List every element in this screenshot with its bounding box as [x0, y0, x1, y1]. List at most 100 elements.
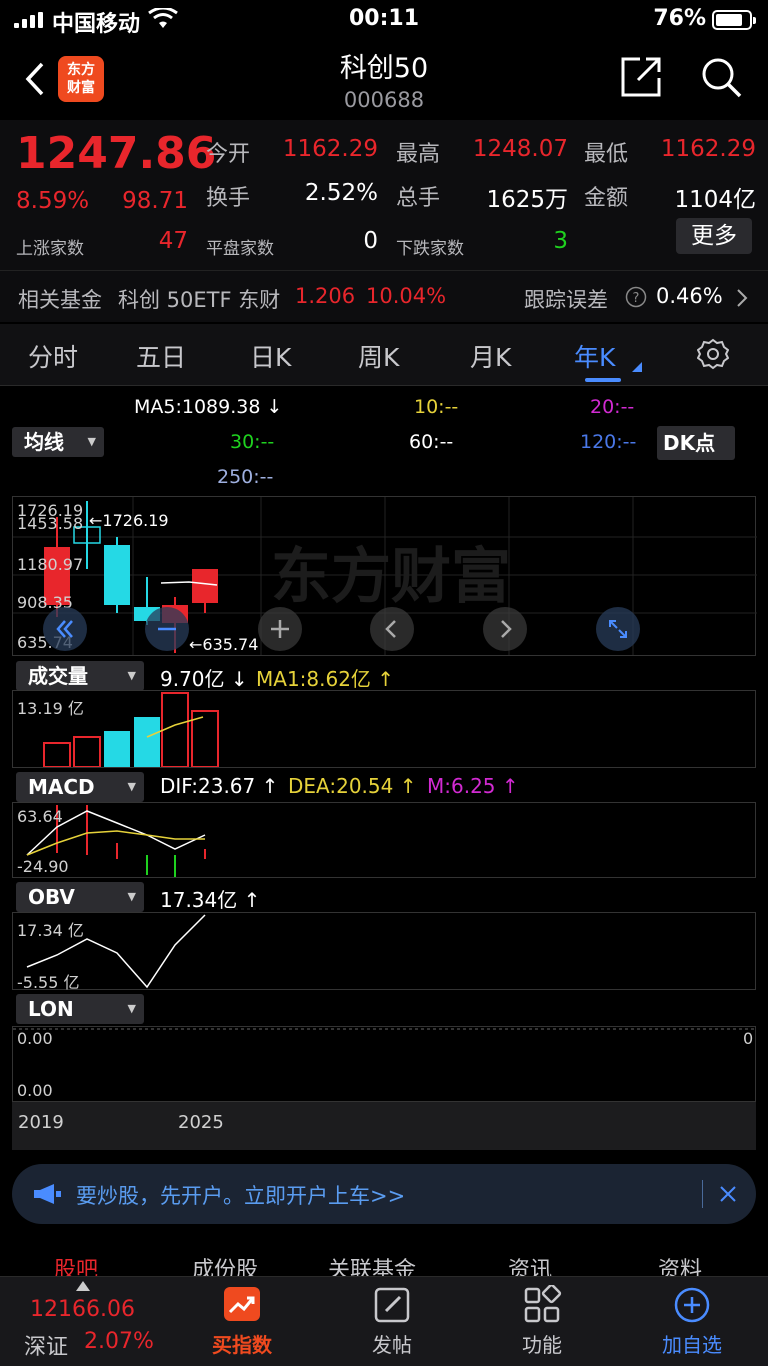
tracking-error-value: 0.46%: [656, 284, 723, 308]
dk-label: DK点: [663, 431, 716, 455]
tab-weekly-k[interactable]: 周K: [358, 338, 399, 374]
lon-axis-right: 0: [743, 1029, 754, 1048]
macd-chart[interactable]: 63.64 -24.90: [12, 802, 756, 878]
index-name[interactable]: 深证: [24, 1329, 68, 1361]
obv-axis-top: 17.34 亿: [17, 921, 84, 940]
add-watchlist-button[interactable]: 加自选: [642, 1285, 742, 1357]
up-count-label: 上涨家数: [16, 239, 84, 259]
settings-gear-icon[interactable]: [697, 338, 729, 370]
high-label: 最高: [396, 142, 441, 167]
lon-selector-label: LON: [28, 997, 74, 1021]
minus-icon: [158, 627, 176, 631]
grid-icon: [524, 1283, 562, 1323]
banner-divider: [702, 1180, 703, 1208]
indicator-ma-selector[interactable]: 均线 ▼: [12, 427, 104, 457]
related-fund-row[interactable]: 相关基金 科创 50ETF 东财 1.206 10.04% 跟踪误差 ? 0.4…: [0, 270, 768, 322]
flat-count: 0: [363, 228, 378, 254]
obv-axis-bottom: -5.55 亿: [17, 973, 80, 992]
macd-indicator-selector[interactable]: MACD ▼: [16, 772, 144, 802]
x-axis-label: 2019: [18, 1112, 64, 1133]
chevron-left-icon: [385, 620, 396, 638]
zoom-out-button[interactable]: [145, 607, 189, 651]
volume-label: 总手: [396, 186, 441, 211]
chevron-right-icon: [501, 620, 512, 638]
tracking-error-label: 跟踪误差: [524, 288, 608, 312]
lon-chart[interactable]: 0.00 0.00 0: [12, 1026, 757, 1102]
change-amount: 98.71: [122, 188, 188, 214]
dropdown-icon: ▼: [127, 780, 136, 793]
down-count: 3: [553, 228, 568, 254]
fund-label: 相关基金: [18, 288, 102, 312]
macd-svg: [26, 805, 206, 877]
obv-indicator-selector[interactable]: OBV ▼: [16, 882, 144, 912]
functions-button[interactable]: 功能: [492, 1283, 592, 1357]
ma10-value: 10:--: [414, 396, 459, 418]
caret-up-icon: [76, 1281, 90, 1291]
search-icon[interactable]: [700, 56, 742, 98]
tab-five-day[interactable]: 五日: [136, 338, 186, 374]
dropdown-icon: ▼: [127, 890, 136, 903]
expand-icon: [609, 620, 627, 638]
scroll-left-button[interactable]: [370, 607, 414, 651]
turnover-value: 2.52%: [304, 180, 378, 206]
macd-dif: DIF:23.67 ↑: [160, 774, 279, 798]
bottom-toolbar: 12166.06 深证 2.07% 买指数 发帖 功能 加自选: [0, 1276, 768, 1366]
volume-value: 1625万: [486, 187, 568, 213]
index-value[interactable]: 12166.06: [30, 1297, 135, 1322]
plus-circle-icon: [674, 1287, 710, 1323]
double-chevron-left-icon: [56, 620, 73, 638]
index-percent[interactable]: 2.07%: [84, 1329, 154, 1354]
close-icon[interactable]: [718, 1184, 738, 1204]
tab-monthly-k[interactable]: 月K: [470, 338, 511, 374]
functions-label: 功能: [522, 1333, 562, 1357]
volume-value: 9.70亿 ↓: [160, 667, 248, 691]
ma-selector-label: 均线: [24, 430, 64, 454]
edit-icon: [374, 1287, 410, 1323]
more-button[interactable]: 更多: [676, 218, 752, 254]
macd-m: M:6.25 ↑: [427, 774, 519, 798]
candle-body: [104, 545, 130, 605]
obv-value: 17.34亿 ↑: [160, 888, 261, 912]
ma120-value: 120:--: [580, 431, 637, 453]
ma5-value: MA5:1089.38 ↓: [134, 396, 283, 418]
zoom-out-far-button[interactable]: [43, 607, 87, 651]
plus-icon: [271, 620, 289, 638]
volume-selector-label: 成交量: [28, 664, 88, 688]
obv-chart[interactable]: 17.34 亿 -5.55 亿: [12, 912, 756, 992]
flat-count-label: 平盘家数: [206, 239, 274, 259]
kline-axis-label: 1180.97: [17, 555, 84, 574]
account-open-banner[interactable]: 要炒股，先开户。立即开户上车>>: [12, 1164, 756, 1224]
volume-indicator-selector[interactable]: 成交量 ▼: [16, 661, 144, 691]
banner-text: 要炒股，先开户。立即开户上车>>: [76, 1184, 406, 1208]
lon-axis-bottom: 0.00: [17, 1081, 53, 1100]
obv-svg: [26, 914, 206, 989]
high-value: 1248.07: [472, 136, 568, 162]
tab-daily-k[interactable]: 日K: [250, 338, 291, 374]
dropdown-icon: ▼: [127, 1002, 136, 1015]
help-icon[interactable]: ?: [625, 286, 647, 308]
lon-axis-top: 0.00: [17, 1029, 53, 1048]
battery-icon: [712, 10, 756, 30]
volume-chart[interactable]: 13.19 亿: [12, 690, 756, 768]
share-icon[interactable]: [620, 56, 662, 98]
post-button[interactable]: 发帖: [342, 1285, 442, 1357]
dk-point-button[interactable]: DK点: [657, 426, 735, 460]
lon-indicator-selector[interactable]: LON ▼: [16, 994, 144, 1024]
buy-index-label: 买指数: [212, 1333, 272, 1357]
amount-value: 1104亿: [674, 187, 756, 213]
fullscreen-button[interactable]: [596, 607, 640, 651]
buy-index-button[interactable]: 买指数: [192, 1285, 292, 1357]
volume-axis-top: 13.19 亿: [17, 699, 84, 718]
tab-intraday[interactable]: 分时: [28, 338, 78, 374]
ma20-value: 20:--: [590, 396, 635, 418]
kline-chart[interactable]: 东方财富 1726.19 1453.58 1180.97 908.35 635.…: [12, 496, 757, 656]
ma60-value: 60:--: [409, 431, 454, 453]
zoom-in-button[interactable]: [258, 607, 302, 651]
tab-yearly-k[interactable]: 年K: [574, 338, 615, 374]
volume-bar: [43, 742, 71, 767]
time-axis: 2019 2025: [12, 1102, 756, 1150]
scroll-right-button[interactable]: [483, 607, 527, 651]
active-tab-indicator: [585, 378, 621, 382]
volume-bar: [161, 692, 189, 767]
quote-panel: 1247.86 8.59% 98.71 上涨家数 47 今开 1162.29 最…: [0, 120, 768, 270]
